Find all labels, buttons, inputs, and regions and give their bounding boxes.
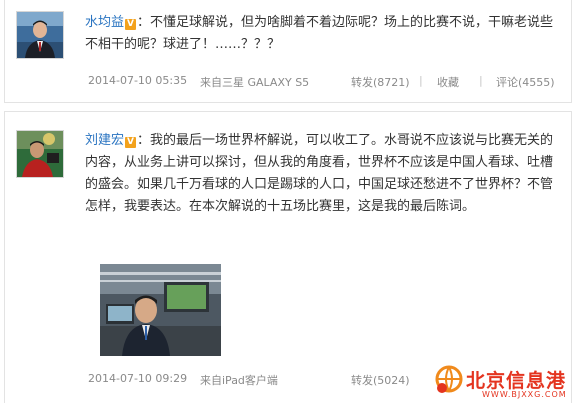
username-link[interactable]: 刘建宏: [85, 133, 124, 148]
post-content: ：不懂足球解说，但为啥脚着不着边际呢？场上的比赛不说，干嘛老说些不相干的呢？球进…: [85, 15, 554, 52]
post-text: 水均益 V ：不懂足球解说，但为啥脚着不着边际呢？场上的比赛不说，干嘛老说些不相干的…: [85, 12, 560, 56]
avatar[interactable]: [16, 11, 64, 59]
watermark-globe-icon: [435, 365, 463, 393]
watermark-name: 北京信息港: [466, 370, 567, 392]
verified-badge-icon: V: [125, 137, 137, 148]
comment-button[interactable]: 评论(4555): [496, 74, 555, 90]
avatar-image: [17, 12, 63, 58]
post-photo[interactable]: [100, 264, 221, 356]
photo-image: [100, 264, 221, 356]
post-text: 刘建宏 V ：我的最后一场世界杯解说，可以收工了。水哥说不应该说与比赛无关的内容，从…: [85, 130, 560, 218]
post-content: ：我的最后一场世界杯解说，可以收工了。水哥说不应该说与比赛无关的内容，从业务上讲…: [85, 133, 554, 214]
repost-button[interactable]: 转发(8721): [351, 74, 410, 90]
avatar[interactable]: [16, 130, 64, 178]
favorite-button[interactable]: 收藏: [437, 74, 459, 90]
source-link[interactable]: 来自iPad客户端: [200, 372, 278, 388]
divider: |: [479, 74, 483, 87]
avatar-image: [17, 131, 63, 177]
source-link[interactable]: 来自三星 GALAXY S5: [200, 74, 309, 90]
username-link[interactable]: 水均益: [85, 15, 124, 30]
repost-button[interactable]: 转发(5024): [351, 372, 410, 388]
timestamp-link[interactable]: 2014-07-10 05:35: [88, 74, 187, 87]
watermark-url: WWW.BJXXG.COM: [482, 390, 567, 399]
watermark-logo: 北京信息港 WWW.BJXXG.COM: [432, 360, 582, 403]
timestamp-link[interactable]: 2014-07-10 09:29: [88, 372, 187, 385]
divider: |: [419, 74, 423, 87]
weibo-post: 水均益 V ：不懂足球解说，但为啥脚着不着边际呢？场上的比赛不说，干嘛老说些不相干的…: [4, 0, 572, 103]
verified-badge-icon: V: [125, 19, 137, 30]
